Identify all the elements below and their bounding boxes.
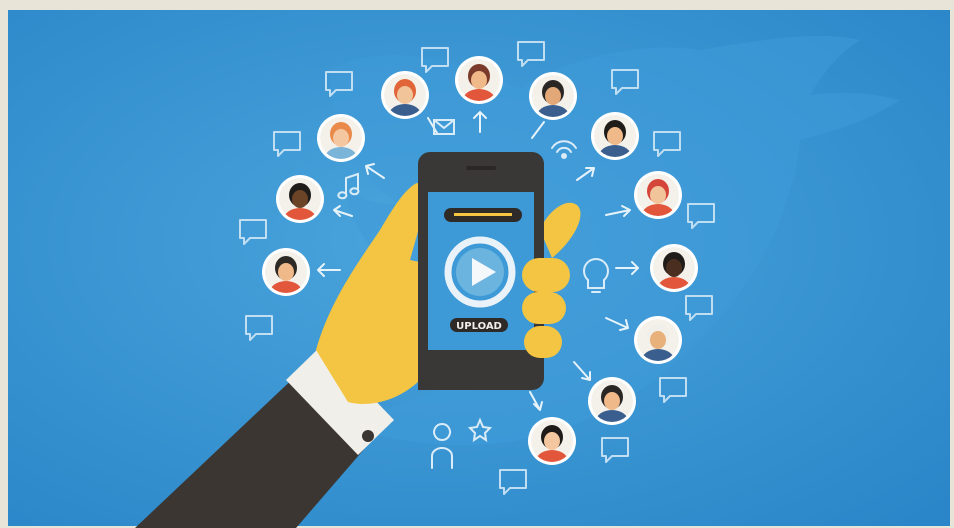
avatar-face [650,186,666,204]
avatar-face [607,127,623,145]
avatar-face [545,87,561,105]
screen-top-bar-line [454,213,512,216]
avatar-face [650,331,666,349]
upload-label: UPLOAD [456,321,502,332]
illustration: UPLOAD [0,0,954,528]
cufflink [362,430,374,442]
phone-top-speaker [466,166,496,170]
phone-bottom [418,350,522,390]
avatar-face [666,259,682,277]
avatar-face [604,392,620,410]
avatar-face [292,190,308,208]
avatar-face [471,71,487,89]
wifi-dot-icon [561,153,567,159]
avatar-face [397,86,413,104]
avatar-face [544,432,560,450]
avatar-face [333,129,349,147]
avatar-face [278,263,294,281]
